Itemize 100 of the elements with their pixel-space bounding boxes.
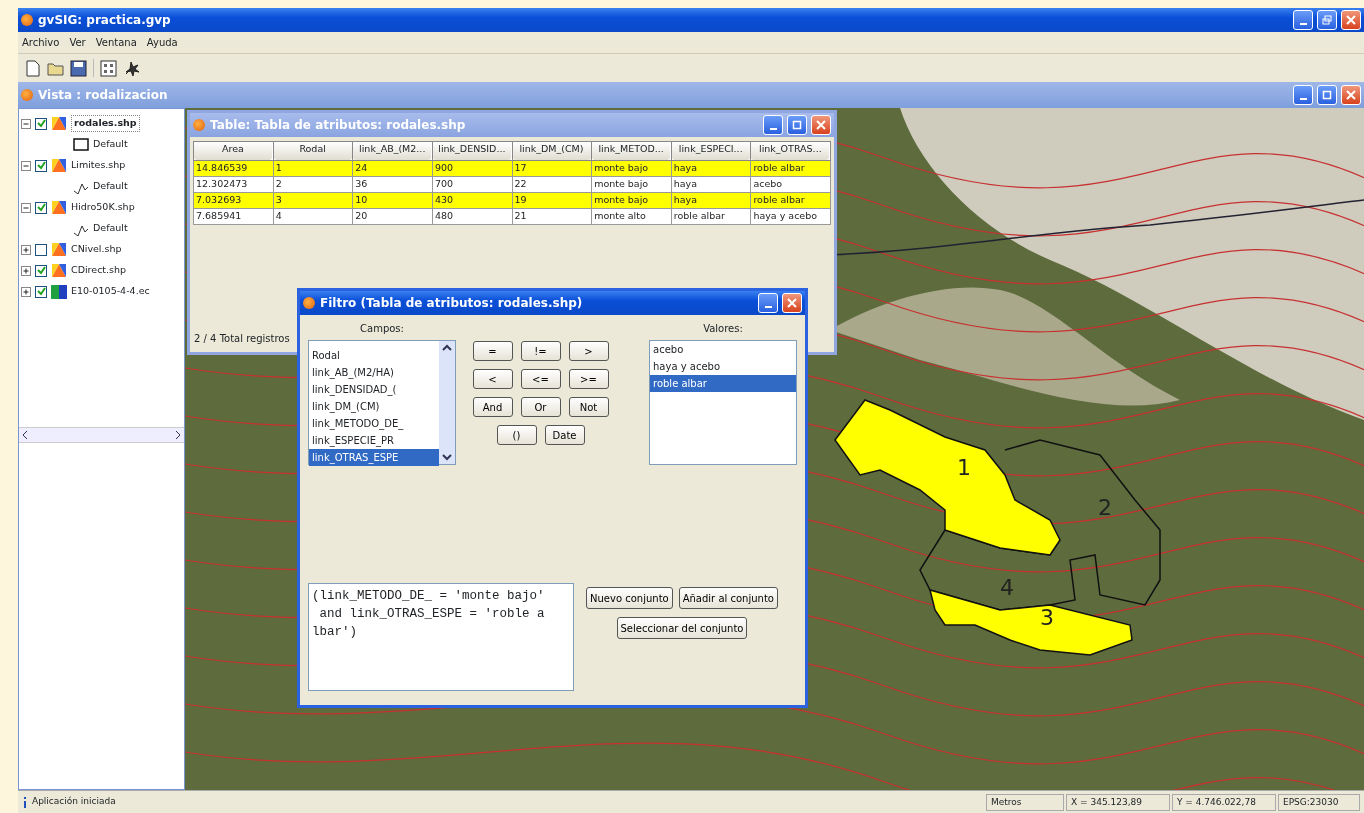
layer-checkbox[interactable] (35, 159, 47, 172)
column-header[interactable]: link_AB_(M2... (353, 142, 432, 160)
operator-button[interactable]: () (496, 425, 537, 445)
save-button[interactable] (70, 59, 87, 77)
restore-icon (1322, 15, 1332, 25)
horizontal-scrollbar[interactable] (19, 427, 184, 443)
value-item[interactable]: haya y acebo (650, 358, 796, 375)
operator-button[interactable]: != (520, 341, 561, 361)
layer-name[interactable]: CDirect.shp (71, 263, 127, 278)
field-item[interactable]: link_AB_(M2/HA) (309, 364, 439, 381)
operator-button[interactable]: Or (520, 397, 561, 417)
filter-button[interactable]: Nuevo conjunto (586, 587, 673, 609)
table-cell: 480 (432, 208, 512, 225)
layer-checkbox[interactable] (35, 285, 47, 298)
table-cell: 700 (432, 176, 512, 193)
close-icon (1346, 90, 1356, 100)
operator-button[interactable]: >= (568, 369, 609, 389)
expand-icon[interactable] (21, 286, 31, 297)
raster-layer-icon (51, 283, 67, 300)
restore-button[interactable] (1317, 10, 1337, 30)
column-header[interactable]: Area (194, 142, 272, 160)
value-list[interactable]: acebo haya y acebo roble albar (649, 340, 797, 465)
field-item[interactable]: link_ESPECIE_PR (309, 432, 439, 449)
field-item[interactable]: link_DM_(CM) (309, 398, 439, 415)
table-row[interactable]: 12.302473 2 36 700 22 monte bajo haya acebo (193, 176, 831, 193)
legend-label: Default (93, 221, 128, 236)
minimize-button[interactable] (758, 293, 778, 313)
parcel-label: 4 (1000, 575, 1014, 600)
app-logo-icon (21, 89, 33, 101)
operator-button[interactable]: Date (544, 425, 585, 445)
column-header[interactable]: link_DM_(CM) (512, 142, 591, 160)
vector-layer-icon (51, 199, 67, 216)
status-message: Aplicación iniciada (32, 795, 116, 809)
table-cell: 20 (352, 208, 433, 225)
filter-button[interactable]: Añadir al conjunto (678, 587, 778, 609)
operator-button[interactable]: And (472, 397, 513, 417)
column-header[interactable]: link_METOD... (592, 142, 671, 160)
layer-name[interactable]: CNivel.shp (71, 242, 122, 257)
window-title: Filtro (Tabla de atributos: rodales.shp) (320, 295, 584, 312)
field-item[interactable]: link_DENSIDAD_( (309, 381, 439, 398)
collapse-icon[interactable] (21, 118, 31, 129)
layer-checkbox[interactable] (35, 117, 47, 130)
field-item[interactable]: link_OTRAS_ESPE (309, 449, 439, 466)
close-button[interactable] (1341, 10, 1361, 30)
vector-layer-icon (51, 262, 67, 279)
table-cell: roble albar (671, 208, 751, 225)
operator-button[interactable]: = (472, 341, 513, 361)
layer-name[interactable]: Hidro50K.shp (71, 200, 135, 215)
expand-icon[interactable] (21, 265, 31, 276)
table-cell: 4 (273, 208, 353, 225)
column-header[interactable]: link_DENSID... (432, 142, 511, 160)
operator-button[interactable]: < (472, 369, 513, 389)
column-header[interactable]: Rodal (273, 142, 352, 160)
menu-item[interactable]: Ayuda (146, 35, 178, 50)
table-cell: 22 (512, 176, 592, 193)
new-file-button[interactable] (24, 59, 41, 77)
operator-button[interactable]: Not (568, 397, 609, 417)
menu-item[interactable]: Ver (69, 35, 86, 50)
close-button[interactable] (811, 115, 831, 135)
table-row[interactable]: 14.846539 1 24 900 17 monte bajo haya roble albar (193, 160, 831, 177)
grid-button[interactable] (100, 59, 117, 77)
parcel-polygon[interactable] (834, 399, 1061, 556)
layer-name[interactable]: rodales.shp (71, 115, 140, 132)
table-cell: haya y acebo (750, 208, 831, 225)
minimize-button[interactable] (1293, 85, 1313, 105)
menu-item[interactable]: Archivo (22, 35, 60, 50)
layer-checkbox[interactable] (35, 243, 47, 256)
expression-field[interactable]: (link_METODO_DE_ = 'monte bajo' and link_OTRAS_ESPE = 'roble a lbar') (308, 583, 574, 691)
field-item[interactable]: Rodal (309, 347, 439, 364)
table-row[interactable]: 7.032693 3 10 430 19 monte bajo haya roble albar (193, 192, 831, 209)
layer-checkbox[interactable] (35, 264, 47, 277)
expand-icon[interactable] (21, 244, 31, 255)
table-row[interactable]: 7.685941 4 20 480 21 monte alto roble albar haya y acebo (193, 208, 831, 225)
filter-button[interactable]: Seleccionar del conjunto (616, 617, 748, 639)
value-item[interactable]: acebo (650, 341, 796, 358)
parcel-label: 2 (1098, 495, 1112, 520)
operator-button[interactable]: <= (520, 369, 561, 389)
minimize-button[interactable] (763, 115, 783, 135)
field-item[interactable]: link_METODO_DE_ (309, 415, 439, 432)
maximize-button[interactable] (1317, 85, 1337, 105)
column-header[interactable]: link_ESPECI... (671, 142, 750, 160)
menu-item[interactable]: Ventana (95, 35, 137, 50)
collapse-icon[interactable] (21, 202, 31, 213)
minimize-button[interactable] (1293, 10, 1313, 30)
value-item[interactable]: roble albar (650, 375, 796, 392)
operator-button[interactable]: > (568, 341, 609, 361)
maximize-icon (1322, 90, 1332, 100)
close-icon (1346, 15, 1356, 25)
layer-checkbox[interactable] (35, 201, 47, 214)
column-header[interactable]: link_OTRAS... (751, 142, 830, 160)
vertical-scrollbar[interactable] (439, 341, 455, 464)
layer-name[interactable]: Limites.shp (71, 158, 126, 173)
tool-button[interactable] (123, 59, 140, 77)
layer-name[interactable]: E10-0105-4-4.ec (71, 284, 150, 299)
maximize-button[interactable] (787, 115, 807, 135)
field-list[interactable]: Rodal link_AB_(M2/HA) link_DENSIDAD_( link_DM_(CM) link_METODO_DE_ link_ESPECIE_PR link_OTRAS_ESPE (308, 340, 456, 465)
table-cell: 2 (273, 176, 353, 193)
close-button[interactable] (1341, 85, 1361, 105)
close-button[interactable] (782, 293, 802, 313)
collapse-icon[interactable] (21, 160, 31, 171)
